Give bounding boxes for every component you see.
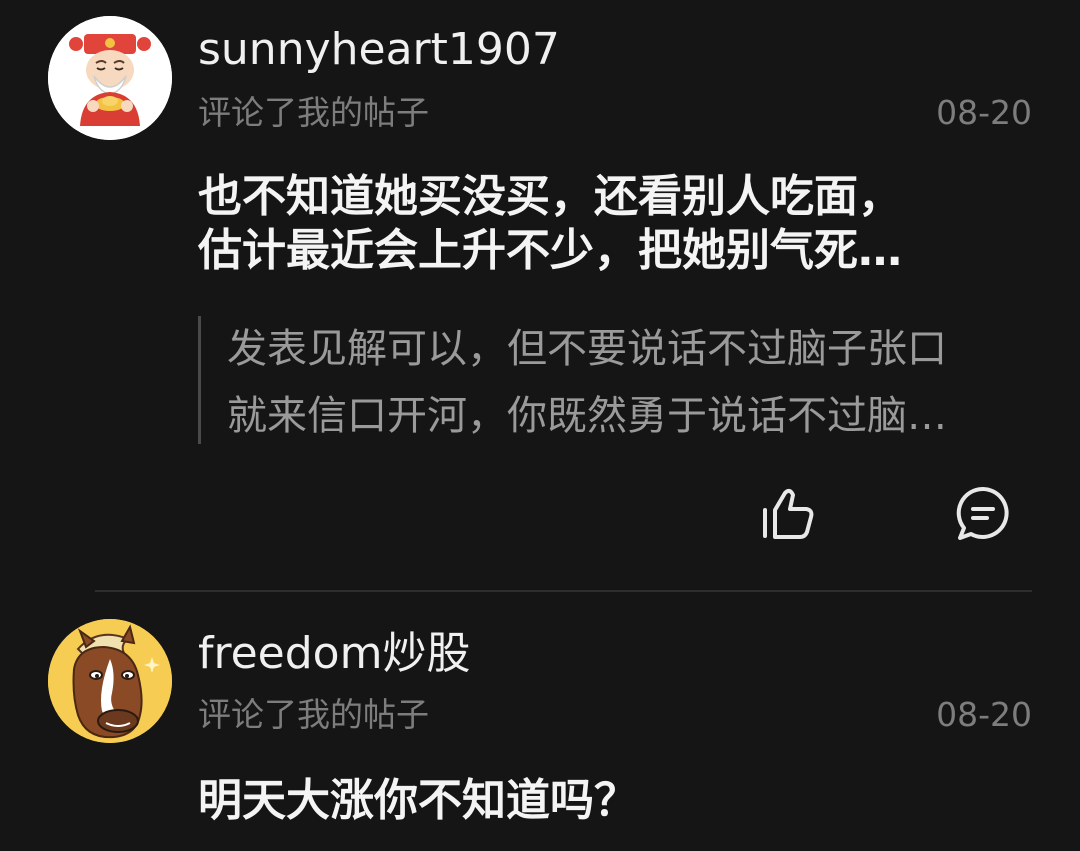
- timestamp: 08-20: [936, 93, 1032, 132]
- username[interactable]: freedom炒股: [198, 626, 470, 682]
- comment-text-line: 明天大涨你不知道吗？: [198, 775, 638, 826]
- comment-bubble-icon: [956, 486, 1009, 540]
- comment-text-line: 估计最近会上升不少，把她别气死…: [198, 225, 902, 276]
- avatar[interactable]: [48, 619, 172, 743]
- comment-text[interactable]: 也不知道她买没买，还看别人吃面， 估计最近会上升不少，把她别气死…: [198, 170, 1028, 278]
- quoted-text-line: 发表见解可以，但不要说话不过脑子张口: [227, 326, 947, 372]
- thumbs-up-icon: [763, 488, 814, 539]
- reply-button[interactable]: [953, 483, 1013, 543]
- comment-item[interactable]: sunnyheart1907 评论了我的帖子 08-20 也不知道她买没买，还看…: [0, 0, 1080, 592]
- action-text: 评论了我的帖子: [198, 695, 429, 734]
- comment-text[interactable]: 明天大涨你不知道吗？: [198, 774, 1028, 828]
- action-text: 评论了我的帖子: [198, 93, 429, 132]
- fortune-god-avatar-icon: [48, 16, 172, 140]
- horse-avatar-icon: [48, 619, 172, 743]
- username[interactable]: sunnyheart1907: [198, 22, 560, 78]
- timestamp: 08-20: [936, 695, 1032, 734]
- avatar[interactable]: [48, 16, 172, 140]
- comment-notification-list: sunnyheart1907 评论了我的帖子 08-20 也不知道她买没买，还看…: [0, 0, 1080, 851]
- quoted-text-line: 就来信口开河，你既然勇于说话不过脑…: [227, 393, 947, 439]
- quoted-post[interactable]: 发表见解可以，但不要说话不过脑子张口 就来信口开河，你既然勇于说话不过脑…: [198, 316, 1028, 444]
- comment-item[interactable]: freedom炒股 评论了我的帖子 08-20 明天大涨你不知道吗？: [0, 592, 1080, 851]
- like-button[interactable]: [758, 483, 818, 543]
- comment-text-line: 也不知道她买没买，还看别人吃面，: [198, 171, 902, 222]
